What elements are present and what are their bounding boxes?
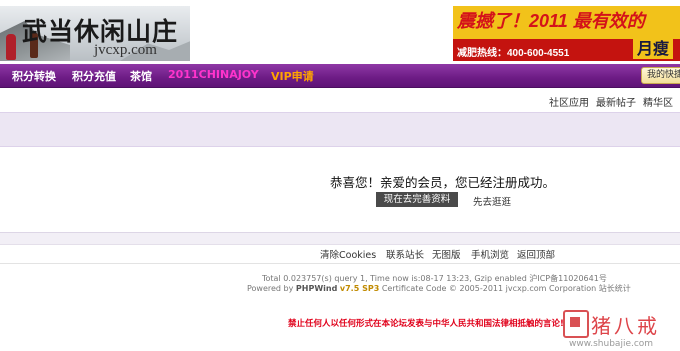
footer-contact-admin[interactable]: 联系站长 bbox=[386, 247, 424, 261]
subnav-community-apps[interactable]: 社区应用 bbox=[549, 94, 589, 109]
registration-success-message: 恭喜您！亲爱的会员，您已经注册成功。 bbox=[330, 175, 556, 190]
subnav-digest[interactable]: 精华区 bbox=[643, 94, 673, 109]
nav-item-points-exchange[interactable]: 积分转换 bbox=[12, 68, 56, 84]
breadcrumb-band bbox=[0, 112, 680, 147]
browse-first-link[interactable]: 先去逛逛 bbox=[473, 194, 511, 208]
nav-item-chinajoy[interactable]: 2011CHINAJOY bbox=[168, 68, 259, 81]
site-header: 武当休闲山庄 jvcxp.com 震撼了！2011 最有效的 减肥热线：400-… bbox=[0, 0, 680, 64]
watermark-url: www.shubajie.com bbox=[569, 339, 654, 349]
footer-back-to-top[interactable]: 返回顶部 bbox=[517, 247, 555, 261]
subnav-latest-posts[interactable]: 最新帖子 bbox=[596, 94, 636, 109]
nav-item-points-recharge[interactable]: 积分充值 bbox=[72, 68, 116, 84]
powered-version: v7.5 SP3 bbox=[339, 284, 380, 293]
footer-divider bbox=[0, 263, 680, 264]
logo-domain: jvcxp.com bbox=[94, 42, 157, 58]
footer-links: 清除Cookies 联系站长 无图版 手机浏览 返回顶部 bbox=[0, 247, 680, 261]
footer-mobile-browse[interactable]: 手机浏览 bbox=[471, 247, 509, 261]
powered-suffix: Certificate Code © 2005-2011 jvcxp.com C… bbox=[381, 284, 631, 293]
footer-band bbox=[0, 232, 680, 245]
complete-profile-button[interactable]: 现在去完善资料 bbox=[376, 192, 458, 207]
ad-headline: 震撼了！2011 最有效的 bbox=[457, 11, 645, 31]
watermark: 猪八戒 www.shubajie.com bbox=[563, 306, 680, 351]
ad-hotline: 减肥热线：400-600-4551 bbox=[457, 48, 570, 59]
my-shortcuts-button[interactable]: 我的快捷 bbox=[641, 67, 680, 84]
sub-nav: 社区应用 最新帖子 精华区 bbox=[0, 88, 680, 111]
footer-no-image-version[interactable]: 无图版 bbox=[432, 247, 461, 261]
legal-warning: 禁止任何人以任何形式在本论坛发表与中华人民共和国法律相抵触的言论! bbox=[288, 319, 564, 329]
main-nav: 积分转换 积分充值 茶馆 2011CHINAJOY VIP申请 我的快捷 bbox=[0, 64, 680, 88]
nav-item-vip-apply[interactable]: VIP申请 bbox=[271, 68, 314, 84]
watermark-title: 猪八戒 bbox=[591, 314, 660, 338]
powered-prefix: Powered by bbox=[247, 284, 296, 293]
ad-tag: 月瘦 bbox=[633, 35, 674, 59]
logo-figure-art bbox=[6, 34, 16, 60]
powered-brand[interactable]: PHPWind bbox=[296, 284, 337, 293]
footer-clear-cookies[interactable]: 清除Cookies bbox=[320, 247, 376, 261]
nav-item-teahouse[interactable]: 茶馆 bbox=[130, 68, 152, 84]
seal-icon bbox=[563, 310, 589, 338]
header-advertisement[interactable]: 震撼了！2011 最有效的 减肥热线：400-600-4551 月瘦 bbox=[453, 6, 680, 61]
footer-powered-by: Powered by PHPWind v7.5 SP3 Certificate … bbox=[247, 283, 680, 294]
site-logo[interactable]: 武当休闲山庄 jvcxp.com bbox=[0, 6, 190, 61]
